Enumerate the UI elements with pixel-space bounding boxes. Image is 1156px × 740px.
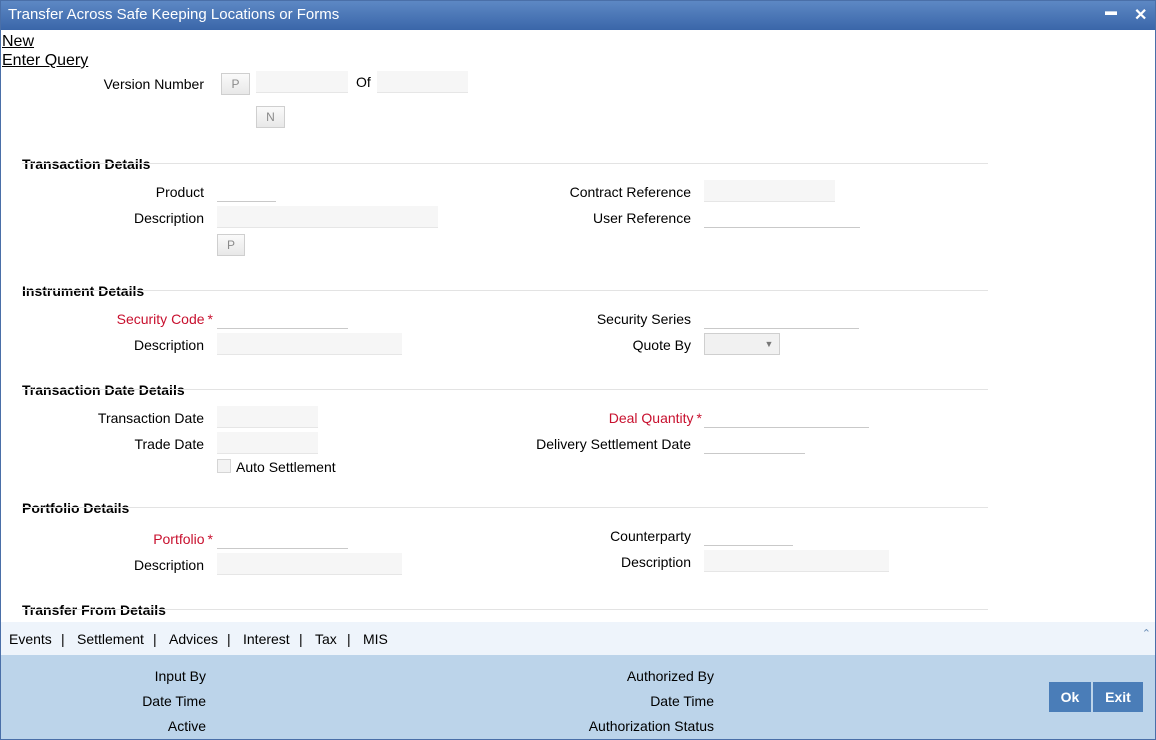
version-number-label: Version Number [103,76,204,92]
delivery-settlement-date-field[interactable] [704,432,805,454]
security-description-label: Description [133,337,204,353]
tab-tax[interactable]: Tax [315,631,337,647]
audit-footer: Input By Date Time Active Authorized By … [1,655,1155,739]
instrument-details-heading: Instrument Details [22,283,145,299]
tab-interest[interactable]: Interest [243,631,290,647]
section-divider [22,389,988,390]
portfolio-label-text: Portfolio [153,531,205,547]
transaction-date-details-heading: Transaction Date Details [22,382,185,398]
version-prev-button[interactable]: P [221,73,250,95]
chevron-down-icon: ▼ [764,339,774,349]
version-total-field[interactable] [377,71,468,93]
sub-tab-bar: Events | Settlement | Advices | Interest… [1,622,1155,655]
portfolio-field[interactable] [217,527,348,549]
quote-by-label: Quote By [632,337,691,353]
required-marker: * [207,531,213,547]
tab-mis[interactable]: MIS [363,631,388,647]
section-divider [22,290,988,291]
tab-separator: | [299,631,303,647]
portfolio-details-heading: Portfolio Details [22,500,130,516]
counterparty-label: Counterparty [610,528,691,544]
portfolio-description-label: Description [133,557,204,573]
input-by-label: Input By [154,668,206,684]
security-series-label: Security Series [596,311,691,327]
auth-date-time-label: Date Time [650,693,714,709]
counterparty-description-field[interactable] [704,550,889,572]
tab-separator: | [347,631,351,647]
counterparty-description-label: Description [620,554,691,570]
date-time-label: Date Time [142,693,206,709]
minimize-icon[interactable]: ▬ [1105,4,1117,18]
close-icon[interactable]: ✕ [1134,5,1147,25]
tab-events[interactable]: Events [9,631,52,647]
tab-advices[interactable]: Advices [169,631,218,647]
product-description-field[interactable] [217,206,438,228]
window-title: Transfer Across Safe Keeping Locations o… [8,6,340,23]
trade-date-label: Trade Date [134,436,204,452]
title-bar: Transfer Across Safe Keeping Locations o… [1,1,1155,30]
deal-quantity-field[interactable] [704,406,869,428]
authorization-status-label: Authorization Status [588,718,714,734]
exit-button[interactable]: Exit [1093,682,1143,712]
security-code-label-text: Security Code [116,311,205,327]
quote-by-select[interactable]: ▼ [704,333,780,355]
version-of-label: Of [356,74,371,90]
product-description-label: Description [133,210,204,226]
section-divider [22,609,988,610]
deal-quantity-label-text: Deal Quantity [608,410,694,426]
security-series-field[interactable] [704,307,859,329]
product-label: Product [155,184,204,200]
security-code-field[interactable] [217,307,348,329]
portfolio-description-field[interactable] [217,553,402,575]
new-link[interactable]: New [2,33,34,51]
portfolio-label: Portfolio * [153,531,213,547]
tab-separator: | [227,631,231,647]
transaction-details-heading: Transaction Details [22,156,151,172]
section-divider [22,507,988,508]
enter-query-link[interactable]: Enter Query [2,52,88,70]
contract-reference-field[interactable] [704,180,835,202]
user-reference-label: User Reference [592,210,691,226]
auto-settlement-checkbox[interactable] [217,459,231,473]
section-divider [22,163,988,164]
security-code-label: Security Code * [117,311,213,327]
ok-button[interactable]: Ok [1049,682,1091,712]
authorized-by-label: Authorized By [626,668,714,684]
version-next-button[interactable]: N [256,106,285,128]
tab-separator: | [153,631,157,647]
delivery-settlement-date-label: Delivery Settlement Date [536,436,691,452]
auto-settlement-label: Auto Settlement [236,459,336,475]
transfer-window: Transfer Across Safe Keeping Locations o… [0,0,1156,740]
scroll-up-icon[interactable]: ⌃ [1142,627,1151,640]
active-label: Active [167,718,206,734]
trade-date-field[interactable] [217,432,318,454]
transaction-date-label: Transaction Date [97,410,204,426]
product-pick-button[interactable]: P [217,234,245,256]
security-description-field[interactable] [217,333,402,355]
deal-quantity-label: Deal Quantity * [609,410,702,426]
transaction-date-field[interactable] [217,406,318,428]
version-current-field[interactable] [256,71,348,93]
contract-reference-label: Contract Reference [569,184,691,200]
tab-separator: | [61,631,65,647]
product-field[interactable] [217,180,276,202]
required-marker: * [696,410,702,426]
required-marker: * [207,311,213,327]
tab-settlement[interactable]: Settlement [77,631,144,647]
counterparty-field[interactable] [704,524,793,546]
user-reference-field[interactable] [704,206,860,228]
transfer-from-details-heading: Transfer From Details [22,602,166,618]
